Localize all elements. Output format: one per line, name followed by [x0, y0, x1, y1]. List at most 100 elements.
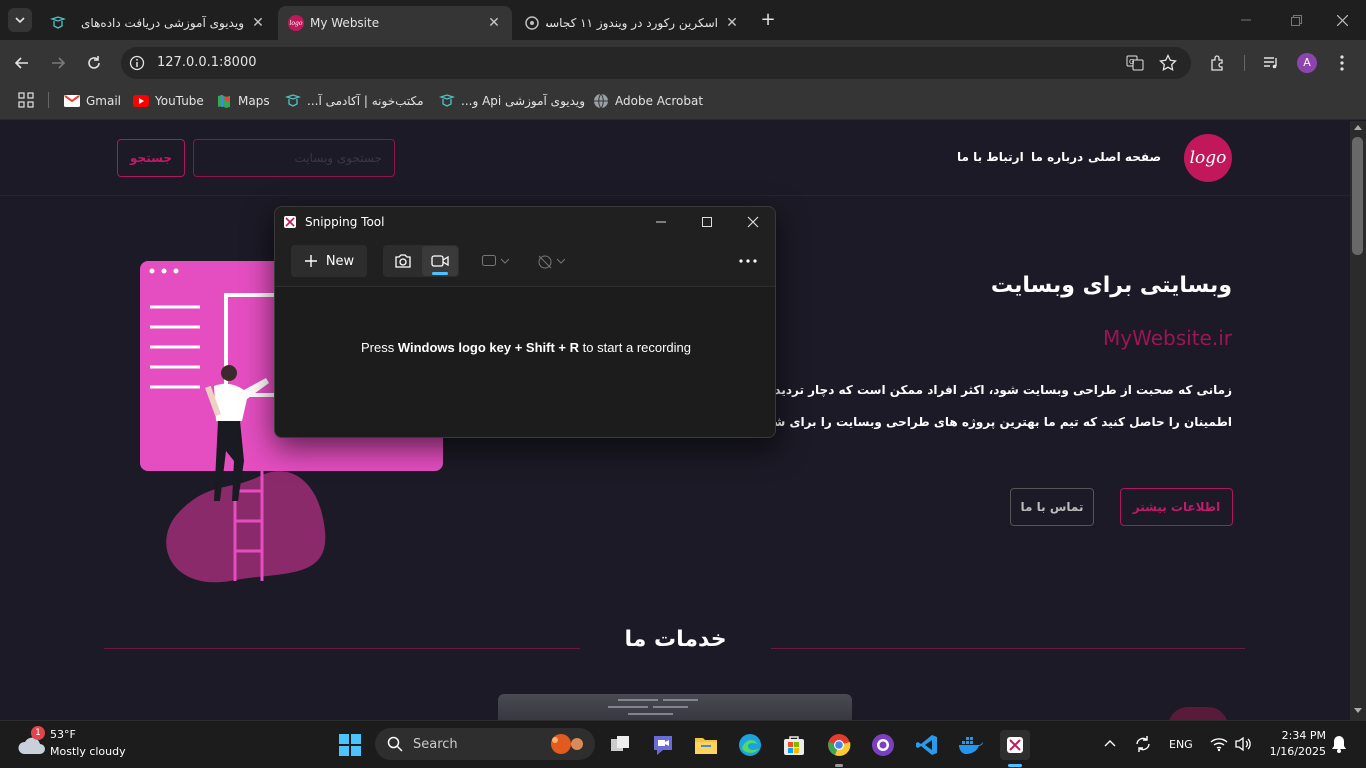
edge-icon	[739, 734, 761, 756]
tab-search-button[interactable]	[8, 8, 32, 32]
planets-icon	[551, 734, 583, 754]
academy-icon	[50, 15, 66, 31]
store-button[interactable]	[779, 730, 809, 760]
weather-widget[interactable]: 1 53°F Mostly cloudy	[14, 726, 144, 762]
file-explorer-button[interactable]	[691, 730, 721, 760]
chrome-running-indicator	[835, 764, 843, 767]
video-camera-icon	[431, 255, 449, 267]
bookmark-label: YouTube	[155, 94, 204, 108]
bookmark-gmail[interactable]: Gmail	[64, 92, 121, 110]
notification-bell-icon[interactable]	[1330, 734, 1348, 754]
reload-icon	[88, 56, 100, 69]
url-text[interactable]: 127.0.0.1:8000	[157, 55, 257, 70]
nav-contact[interactable]: ارتباط با ما	[957, 150, 1024, 164]
bookmark-label: Maps	[238, 94, 270, 108]
scrollbar-thumb[interactable]	[1352, 137, 1363, 255]
address-bar[interactable]	[121, 47, 1191, 79]
github-desktop-button[interactable]	[868, 730, 898, 760]
services-line-left	[104, 648, 580, 649]
windows-logo-icon	[339, 734, 361, 756]
more-info-button[interactable]: اطلاعات بیشتر	[1120, 488, 1233, 526]
translate-icon[interactable]: G	[1126, 54, 1144, 72]
chrome-icon	[828, 734, 851, 756]
start-button[interactable]	[335, 730, 365, 760]
sync-tray-icon[interactable]	[1133, 734, 1153, 754]
language-indicator[interactable]: ENG	[1169, 738, 1193, 751]
snip-close-button[interactable]	[745, 215, 761, 229]
chat-app-button[interactable]	[648, 730, 678, 760]
search-icon	[387, 736, 403, 752]
bookmark-adobe-acrobat[interactable]: Adobe Acrobat	[593, 92, 703, 110]
close-icon[interactable]: ✕	[486, 15, 502, 31]
wifi-icon[interactable]	[1210, 736, 1228, 752]
snip-maximize-button[interactable]	[699, 215, 715, 229]
close-window-button[interactable]	[1332, 10, 1352, 30]
tab-academy[interactable]: ویدیوی آموزشی دریافت داده‌های ✕	[40, 6, 276, 40]
clock-date[interactable]: 1/16/2025	[1262, 745, 1326, 758]
new-snip-button[interactable]: New	[291, 245, 367, 277]
snipping-tool-taskbar-button[interactable]	[1000, 730, 1030, 760]
logo-icon: logo	[288, 15, 304, 31]
extensions-icon[interactable]	[1209, 54, 1227, 72]
nav-about[interactable]: درباره ما	[1031, 150, 1083, 164]
volume-icon[interactable]	[1234, 736, 1252, 752]
chevron-down-icon	[15, 17, 25, 24]
scroll-down-arrow[interactable]	[1354, 707, 1362, 715]
instruction-prefix: Press	[360, 340, 398, 355]
bookmark-youtube[interactable]: YouTube	[133, 92, 204, 110]
site-search-button[interactable]: جستجو	[117, 139, 185, 177]
bookmark-label: Gmail	[86, 94, 122, 108]
docker-button[interactable]	[956, 730, 986, 760]
see-more-button[interactable]	[737, 251, 759, 271]
weather-temp: 53°F	[50, 728, 76, 741]
bookmark-api-video[interactable]: ویدیوی آموزشی Api و...	[439, 92, 585, 110]
tab-my-website[interactable]: logo My Website ✕	[278, 6, 512, 40]
task-view-icon	[611, 736, 629, 751]
edge-button[interactable]	[735, 730, 765, 760]
vscode-button[interactable]	[912, 730, 942, 760]
restore-window-button[interactable]	[1286, 10, 1306, 30]
site-logo[interactable]: logo	[1184, 134, 1232, 182]
store-icon	[784, 736, 804, 755]
close-icon[interactable]: ✕	[724, 15, 740, 31]
show-hidden-icons[interactable]	[1104, 738, 1116, 750]
clock-time[interactable]: 2:34 PM	[1262, 729, 1326, 742]
minimize-icon	[656, 221, 666, 223]
forward-button[interactable]	[48, 53, 68, 73]
contact-button[interactable]: تماس با ما	[1010, 488, 1094, 526]
service-card-image	[498, 694, 852, 720]
scroll-up-arrow[interactable]	[1354, 124, 1362, 132]
snip-delay-dropdown[interactable]	[537, 251, 571, 271]
close-icon[interactable]: ✕	[250, 15, 266, 31]
snip-shape-dropdown[interactable]	[481, 251, 515, 271]
site-info-icon[interactable]	[129, 55, 145, 71]
bookmark-maps[interactable]: Maps	[216, 92, 270, 110]
taskbar-search[interactable]: Search	[375, 728, 595, 760]
new-tab-button[interactable]: +	[758, 10, 778, 30]
nav-home[interactable]: صفحه اصلی	[1088, 150, 1161, 164]
maps-icon	[216, 93, 232, 109]
header-divider	[0, 195, 1350, 196]
search-label: Search	[413, 736, 458, 752]
media-control-icon[interactable]	[1262, 54, 1280, 72]
profile-avatar[interactable]: A	[1297, 53, 1317, 73]
chrome-button[interactable]	[824, 730, 854, 760]
search-placeholder: جستجوی وبسایت	[294, 151, 382, 165]
snip-minimize-button[interactable]	[653, 215, 669, 229]
back-button[interactable]	[12, 53, 32, 73]
service-card-decoration	[1168, 707, 1228, 720]
reload-button[interactable]	[84, 53, 104, 73]
more-menu-icon[interactable]	[1336, 54, 1348, 72]
site-search-input[interactable]: جستجوی وبسایت	[193, 139, 395, 177]
apps-grid-icon[interactable]	[18, 92, 34, 108]
bookmark-maktabkhooneh[interactable]: مکتب‌خونه | آکادمی آ...	[285, 92, 424, 110]
task-view-button[interactable]	[605, 730, 635, 760]
close-icon	[1336, 14, 1348, 26]
screenshot-mode-button[interactable]	[385, 247, 421, 275]
tab-screen-record[interactable]: اسکرین رکورد در ویندوز ۱۱ کجاست ✕	[514, 6, 750, 40]
bookmark-star-icon[interactable]	[1159, 54, 1177, 72]
minimize-window-button[interactable]	[1236, 10, 1256, 30]
snipping-tool-icon	[283, 215, 297, 229]
minimize-icon	[1241, 19, 1251, 21]
academy-icon	[439, 93, 455, 109]
